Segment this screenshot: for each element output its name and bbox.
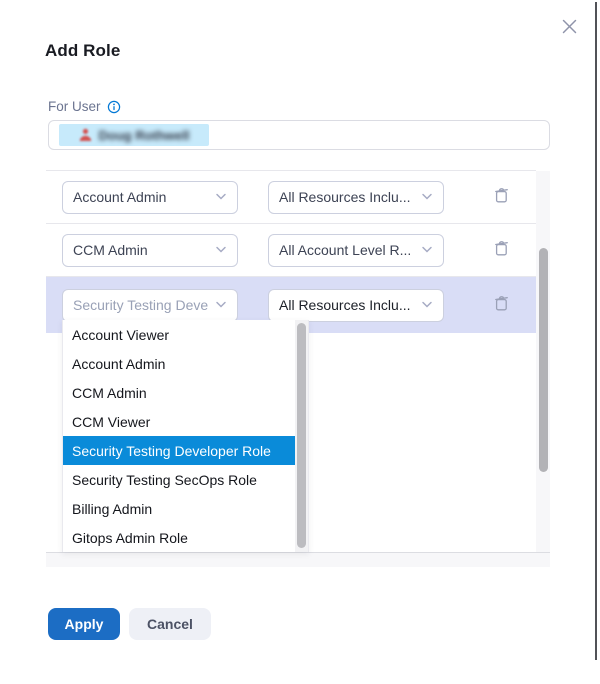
dropdown-option[interactable]: Account Viewer: [63, 320, 297, 349]
dropdown-option-selected[interactable]: Security Testing Developer Role: [63, 436, 297, 465]
user-name: Doug Rothwell: [99, 128, 190, 143]
user-avatar-icon: [79, 128, 92, 142]
dropdown-option[interactable]: Gitops Admin Role: [63, 523, 297, 552]
dropdown-option[interactable]: Account Admin: [63, 349, 297, 378]
resource-select[interactable]: All Account Level R...: [268, 234, 444, 267]
close-x-icon: [560, 24, 579, 39]
resource-select[interactable]: All Resources Inclu...: [268, 181, 444, 214]
trash-icon: [493, 294, 510, 316]
roles-vertical-scrollbar[interactable]: [536, 171, 550, 552]
resource-select[interactable]: All Resources Inclu...: [268, 289, 444, 322]
close-button[interactable]: [558, 17, 580, 39]
role-select[interactable]: Account Admin: [62, 181, 238, 214]
chevron-down-icon: [421, 193, 433, 201]
chevron-down-icon: [421, 301, 433, 309]
for-user-label: For User: [48, 99, 121, 114]
chevron-down-icon: [215, 193, 227, 201]
role-row: CCM Admin All Account Level R...: [46, 224, 536, 277]
dropdown-option[interactable]: CCM Viewer: [63, 407, 297, 436]
chevron-down-icon: [421, 246, 433, 254]
window-edge-line: [595, 2, 597, 660]
roles-horizontal-scrollbar[interactable]: [46, 552, 550, 567]
chevron-down-icon: [215, 246, 227, 254]
role-select[interactable]: CCM Admin: [62, 234, 238, 267]
info-circle-icon[interactable]: [107, 100, 121, 114]
dropdown-option[interactable]: Security Testing SecOps Role: [63, 465, 297, 494]
role-select-open[interactable]: Security Testing Devel: [62, 289, 238, 322]
delete-row-button[interactable]: [490, 294, 512, 316]
apply-button[interactable]: Apply: [48, 608, 120, 640]
chevron-down-icon: [215, 301, 227, 309]
delete-row-button[interactable]: [490, 186, 512, 208]
trash-icon: [493, 239, 510, 261]
role-options-dropdown: Account Viewer Account Admin CCM Admin C…: [62, 320, 309, 552]
role-row: Account Admin All Resources Inclu...: [46, 171, 536, 224]
cancel-button[interactable]: Cancel: [129, 608, 211, 640]
delete-row-button[interactable]: [490, 239, 512, 261]
dropdown-option[interactable]: CCM Admin: [63, 378, 297, 407]
scrollbar-thumb[interactable]: [539, 248, 548, 472]
dropdown-scrollbar[interactable]: [295, 320, 308, 552]
modal-footer: Apply Cancel: [48, 608, 211, 640]
dropdown-option[interactable]: Billing Admin: [63, 494, 297, 523]
scrollbar-thumb[interactable]: [297, 323, 306, 548]
trash-icon: [493, 186, 510, 208]
page-title: Add Role: [45, 41, 120, 61]
user-field[interactable]: Doug Rothwell: [48, 120, 550, 150]
user-chip: Doug Rothwell: [59, 124, 209, 146]
